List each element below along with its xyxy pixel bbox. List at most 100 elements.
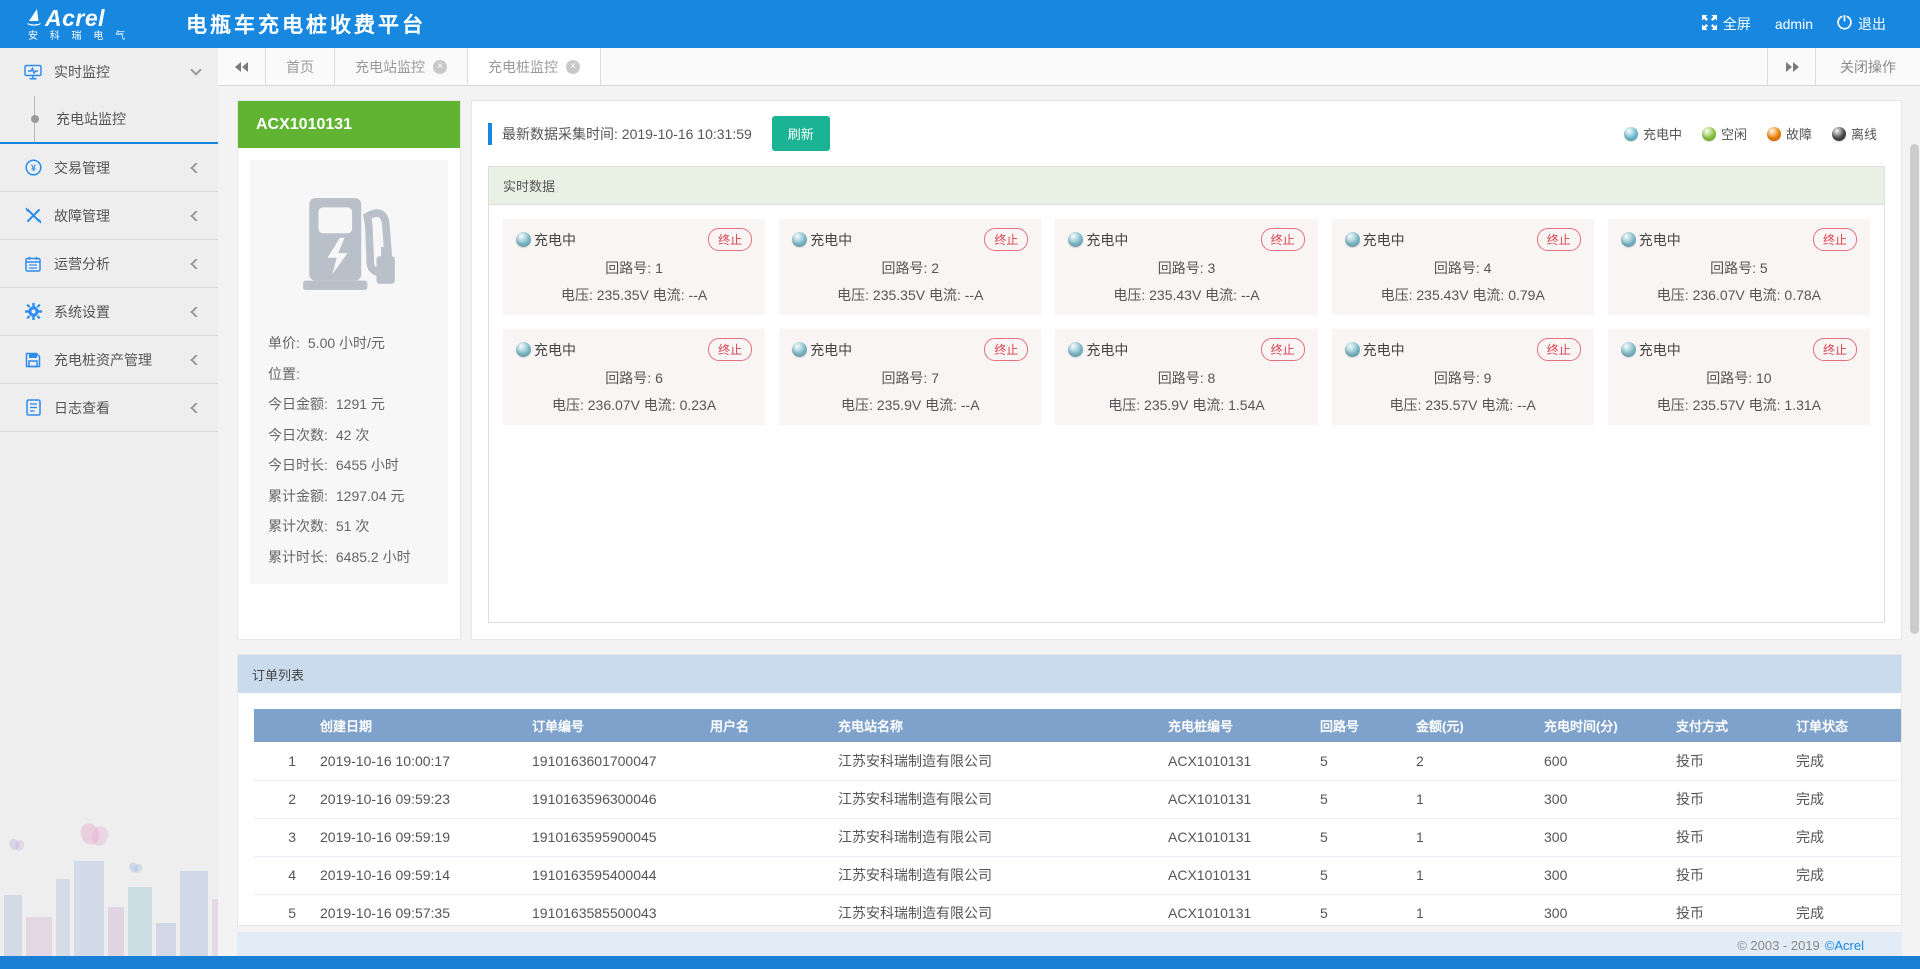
table-cell: 1 [1408,818,1536,856]
butterfly-decoration [78,822,112,852]
row-number: 2 [254,780,312,818]
circuit-card: 充电中终止回路号: 6电压: 236.07V 电流: 0.23A [503,329,765,425]
sidebar-item-运营分析[interactable]: 运营分析 [0,240,218,288]
voltage-current: 电压: 235.9V 电流: 1.54A [1068,395,1304,415]
table-cell: 完成 [1788,894,1902,926]
terminate-button[interactable]: 终止 [1261,228,1305,251]
tab-close-icon[interactable]: × [433,60,447,74]
sidebar-item-label: 系统设置 [54,302,110,322]
double-left-arrow-icon [242,62,248,72]
sidebar-item-系统设置[interactable]: 系统设置 [0,288,218,336]
table-cell [702,894,830,926]
table-row[interactable]: 52019-10-16 09:57:351910163585500043江苏安科… [254,894,1902,926]
orders-table: 创建日期订单编号用户名充电站名称充电桩编号回路号金额(元)充电时间(分)支付方式… [254,709,1902,926]
circuit-card-header: 充电中终止 [1068,338,1304,361]
tabs-scroll-left-button[interactable] [218,48,266,85]
refresh-button[interactable]: 刷新 [772,116,830,151]
sidebar-item-label: 运营分析 [54,254,110,274]
stat-value: 51 次 [336,511,369,542]
tab-充电桩监控[interactable]: 充电桩监控× [468,48,601,85]
terminate-button[interactable]: 终止 [1537,228,1581,251]
row-number: 5 [254,894,312,926]
circuit-card: 充电中终止回路号: 2电压: 235.35V 电流: --A [779,219,1041,315]
sidebar-item-交易管理[interactable]: ¥交易管理 [0,144,218,192]
terminate-button[interactable]: 终止 [708,228,752,251]
brand-link[interactable]: ©Acrel [1825,938,1864,953]
sidebar-subitem-充电站监控[interactable]: 充电站监控 [0,96,218,142]
double-right-arrow-icon [1786,62,1792,72]
user-menu[interactable]: admin [1767,16,1821,32]
tab-label: 首页 [286,57,314,77]
circuit-card: 充电中终止回路号: 8 电压: 235.9V 电流: 1.54A [1055,329,1317,425]
orders-column-header: 订单状态 [1788,709,1902,742]
logout-icon [1837,15,1852,33]
circuit-number: 回路号: 1 [516,258,752,278]
building-silhouette [108,907,124,957]
transaction-icon: ¥ [22,159,44,176]
table-cell: 2019-10-16 09:57:35 [312,894,524,926]
monitor-icon [22,64,44,80]
charging-status-orb-icon [1345,232,1360,247]
terminate-button[interactable]: 终止 [1813,338,1857,361]
table-cell: 投币 [1668,856,1788,894]
scrollbar-thumb[interactable] [1910,144,1919,634]
table-row[interactable]: 12019-10-16 10:00:171910163601700047江苏安科… [254,742,1902,780]
terminate-button[interactable]: 终止 [1813,228,1857,251]
sidebar-subitem-label: 充电站监控 [56,96,126,142]
terminate-button[interactable]: 终止 [708,338,752,361]
legend-item-空闲: 空闲 [1702,124,1747,143]
station-stat-row: 累计次数:51 次 [250,511,448,542]
sidebar-item-实时监控[interactable]: 实时监控 [0,48,218,96]
logout-button[interactable]: 退出 [1829,14,1894,34]
circuit-card-header: 充电中终止 [792,228,1028,251]
tabs-scroll-right-button[interactable] [1767,48,1815,85]
circuit-number: 回路号: 4 [1345,258,1581,278]
terminate-button[interactable]: 终止 [1537,338,1581,361]
building-silhouette [4,895,22,957]
table-cell: 1910163601700047 [524,742,702,780]
orders-column-header: 充电站名称 [830,709,1160,742]
table-cell: 1910163595900045 [524,818,702,856]
building-silhouette [180,871,208,957]
terminate-button[interactable]: 终止 [984,228,1028,251]
sidebar: 实时监控充电站监控¥交易管理故障管理运营分析系统设置充电桩资产管理日志查看 [0,48,218,969]
order-list-title: 订单列表 [238,655,1901,693]
orders-column-header: 支付方式 [1668,709,1788,742]
tab-充电站监控[interactable]: 充电站监控× [335,48,468,85]
table-cell: 5 [1312,780,1408,818]
table-cell: 江苏安科瑞制造有限公司 [830,894,1160,926]
fault-icon [22,207,44,224]
sidebar-item-故障管理[interactable]: 故障管理 [0,192,218,240]
table-row[interactable]: 32019-10-16 09:59:191910163595900045江苏安科… [254,818,1902,856]
charging-status-label: 充电中 [1086,230,1128,250]
charging-status-label: 充电中 [534,340,576,360]
acrel-logo: Acrel 安 科 瑞 电 气 [0,7,178,42]
terminate-button[interactable]: 终止 [984,338,1028,361]
fullscreen-button[interactable]: 全屏 [1694,14,1759,34]
fullscreen-label: 全屏 [1723,14,1751,34]
voltage-current: 电压: 235.57V 电流: --A [1345,395,1581,415]
sidebar-item-日志查看[interactable]: 日志查看 [0,384,218,432]
table-cell: 2019-10-16 09:59:19 [312,818,524,856]
circuit-number: 回路号: 8 [1068,368,1304,388]
table-row[interactable]: 22019-10-16 09:59:231910163596300046江苏安科… [254,780,1902,818]
scrollbar-track[interactable] [1909,134,1920,969]
charging-status-orb-icon [1621,232,1636,247]
terminate-button[interactable]: 终止 [1261,338,1305,361]
station-stat-row: 单价:5.00 小时/元 [250,328,448,359]
close-operations-button[interactable]: 关闭操作 [1815,48,1920,85]
table-cell [702,780,830,818]
table-cell: 投币 [1668,742,1788,780]
circuit-card: 充电中终止回路号: 1电压: 235.35V 电流: --A [503,219,765,315]
table-row[interactable]: 42019-10-16 09:59:141910163595400044江苏安科… [254,856,1902,894]
tab-首页[interactable]: 首页 [266,48,335,85]
sidebar-item-充电桩资产管理[interactable]: 充电桩资产管理 [0,336,218,384]
tab-close-icon[interactable]: × [566,60,580,74]
charging-status-label: 充电中 [1363,340,1405,360]
station-stat-row: 累计金额:1297.04 元 [250,481,448,512]
refresh-row: 最新数据采集时间: 2019-10-16 10:31:59 刷新 充电中空闲故障… [472,101,1901,164]
table-cell [702,742,830,780]
table-cell: 江苏安科瑞制造有限公司 [830,780,1160,818]
table-cell: 1910163595400044 [524,856,702,894]
stat-value: 5.00 小时/元 [308,328,385,359]
